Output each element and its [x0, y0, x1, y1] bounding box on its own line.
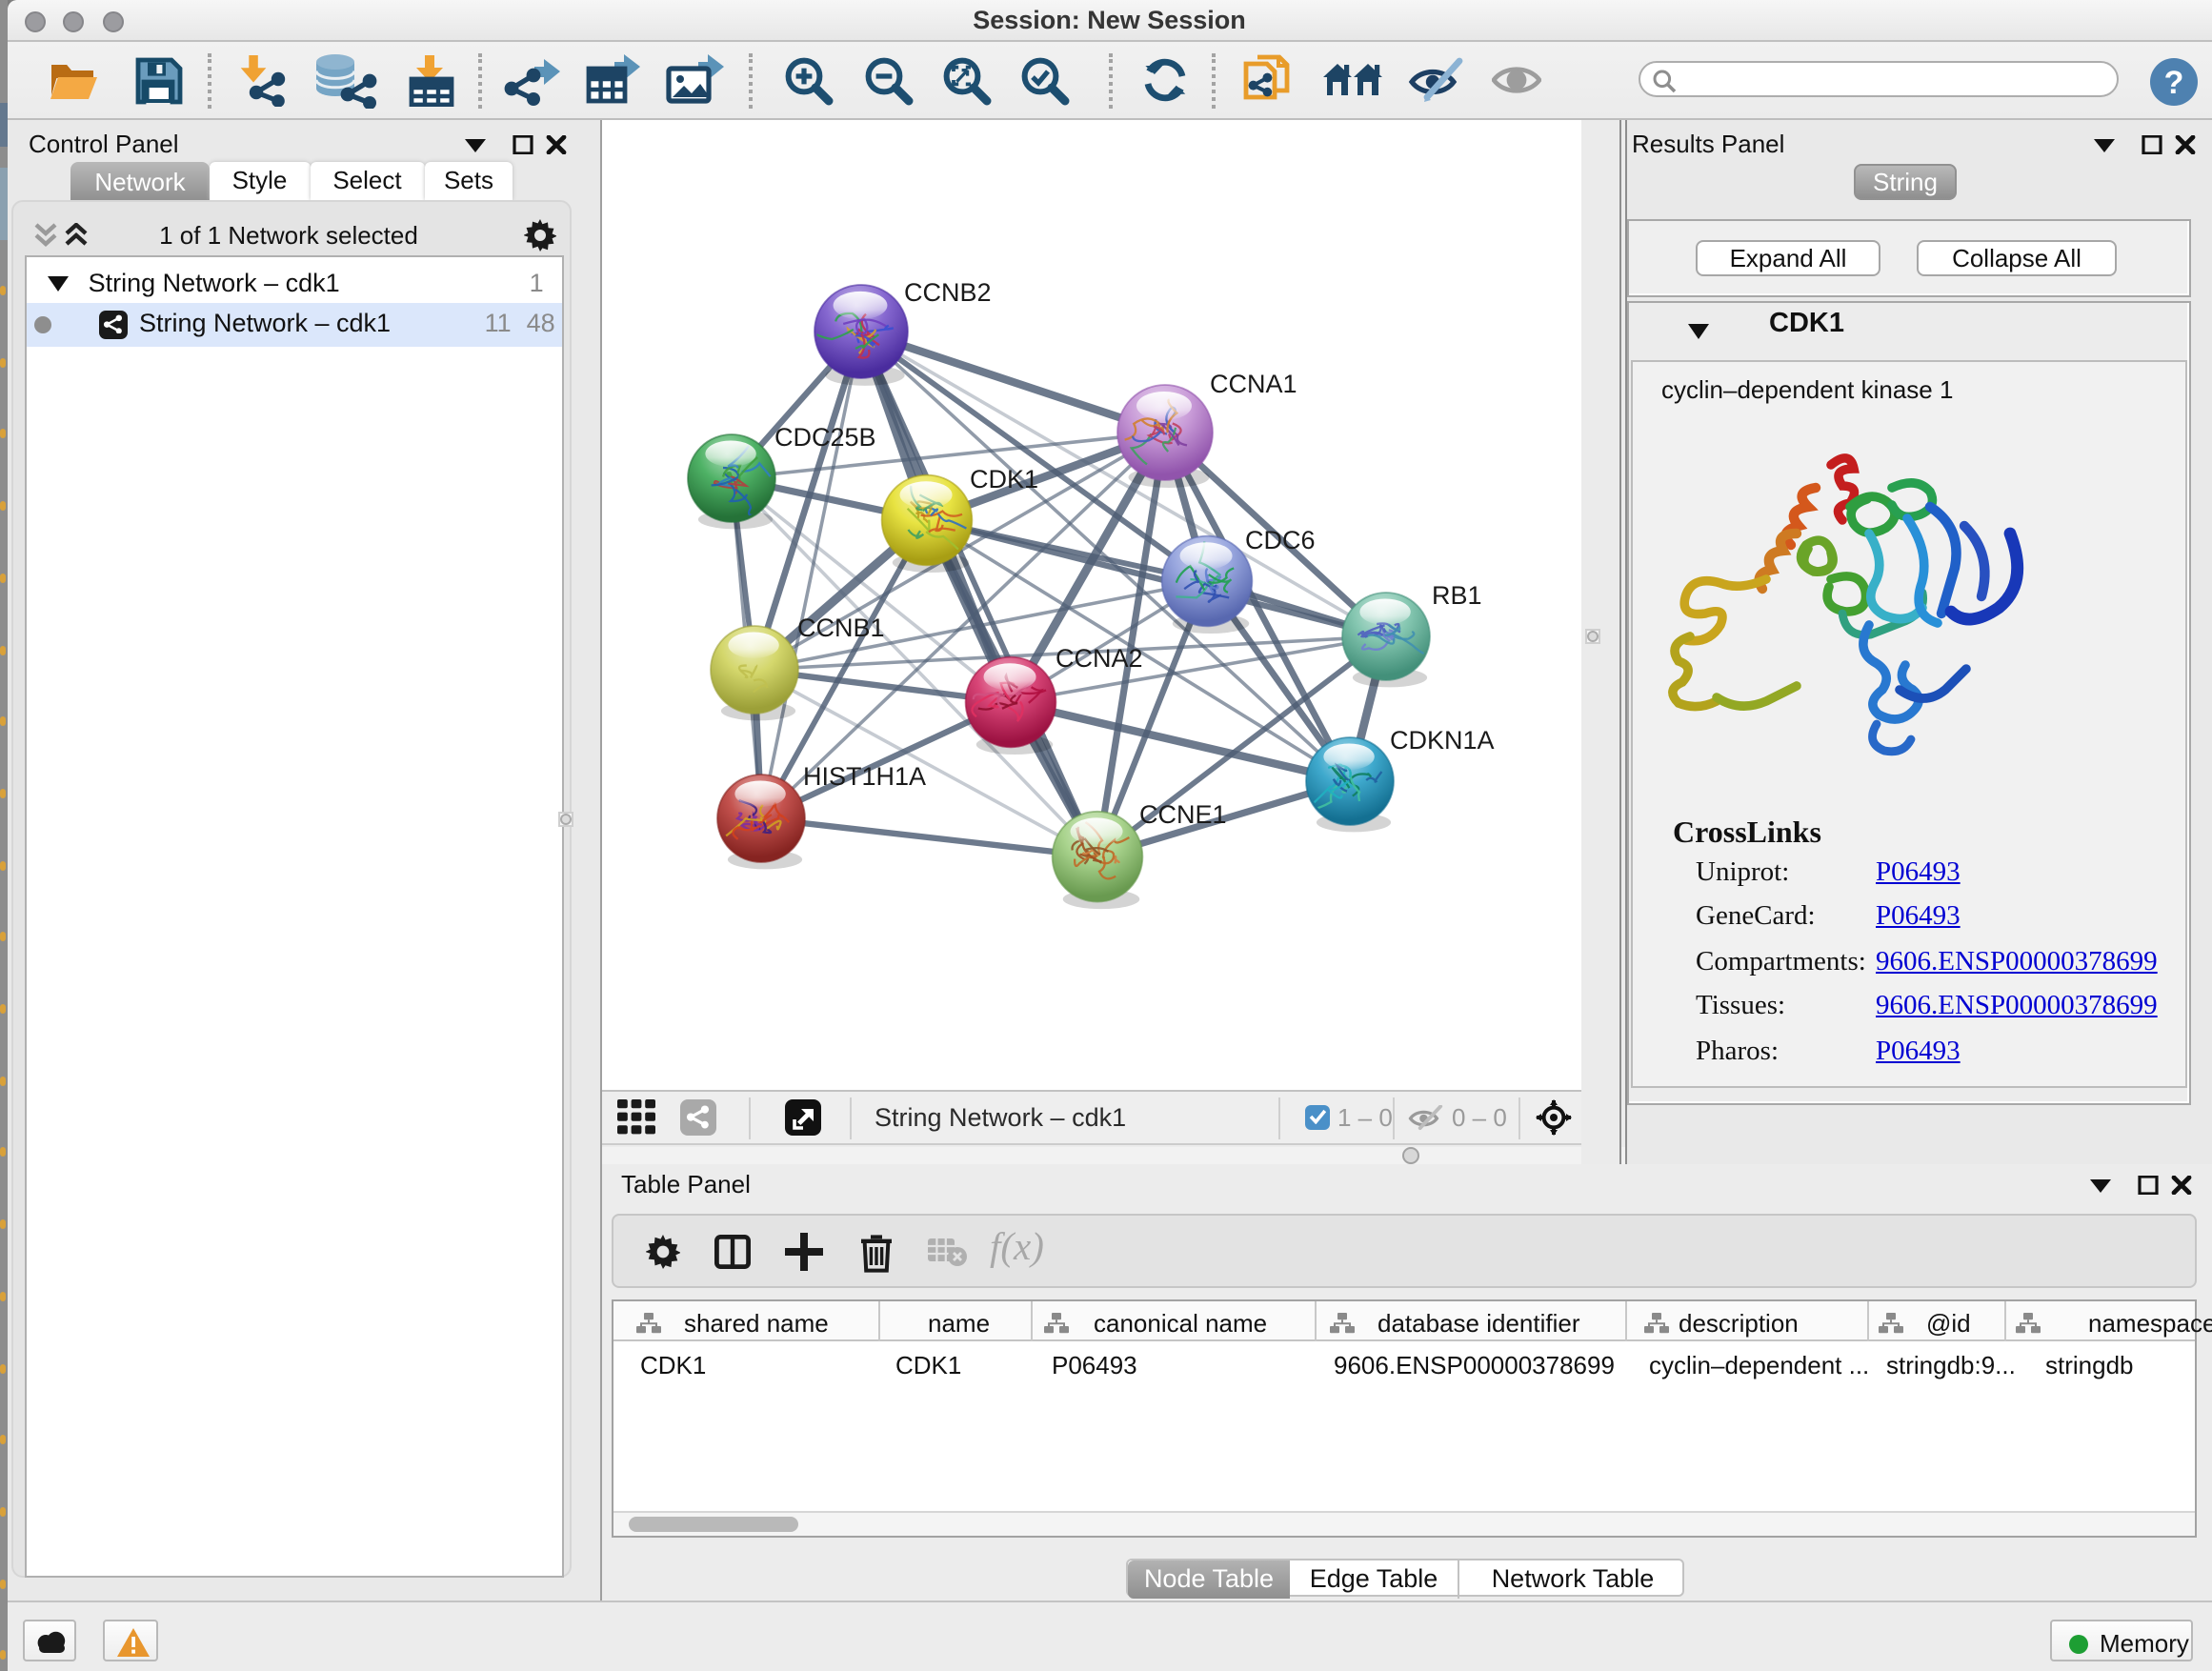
svg-text:?: ? — [2163, 65, 2183, 101]
